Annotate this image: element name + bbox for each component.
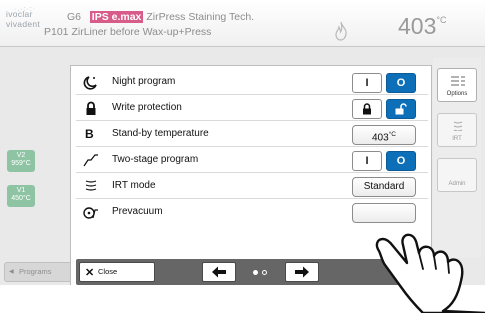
option-row-two-stage-program: Two-stage program I O xyxy=(76,148,428,173)
option-label: IRT mode xyxy=(112,180,156,191)
night-program-off-button[interactable]: O xyxy=(386,73,416,93)
page-indicator-active xyxy=(253,270,258,275)
previous-page-button[interactable] xyxy=(202,262,236,282)
flame-icon xyxy=(335,21,347,41)
irt-tab[interactable]: IRT xyxy=(437,113,477,147)
standby-temperature-button[interactable]: 403°C xyxy=(352,125,416,145)
program-title: ZirPress Staining Tech. xyxy=(146,11,255,23)
prevacuum-icon xyxy=(83,207,98,219)
ivoclar-logo: ·.·:·:· ivoclar vivadent xyxy=(6,6,41,29)
locked-icon xyxy=(363,103,371,115)
option-label: Write protection xyxy=(112,102,182,113)
temperature-unit: °C xyxy=(436,15,447,25)
header-bar: ·.·:·:· ivoclar vivadent G6 IPS e.max Zi… xyxy=(0,0,485,47)
option-row-write-protection: Write protection xyxy=(76,96,428,121)
options-list-icon xyxy=(451,76,465,86)
night-program-icon xyxy=(83,76,97,90)
option-label: Night program xyxy=(112,76,176,87)
night-program-on-button[interactable]: I xyxy=(352,73,382,93)
close-icon: ✕ xyxy=(85,267,95,279)
program-subtitle: ZirLiner before Wax-up+Press xyxy=(71,26,212,38)
arrow-right-icon xyxy=(295,266,309,278)
two-stage-curve-icon xyxy=(83,154,98,167)
options-tab[interactable]: Options xyxy=(437,68,477,102)
v2-indicator: V2 959°C xyxy=(7,150,35,172)
close-button[interactable]: ✕ Close xyxy=(79,262,155,282)
standby-b-icon: B xyxy=(85,127,94,141)
program-subtitle-line: P101 ZirLiner before Wax-up+Press xyxy=(44,26,211,38)
next-page-button[interactable] xyxy=(285,262,319,282)
pointing-hand-icon xyxy=(375,233,485,313)
arrow-left-icon xyxy=(212,266,226,278)
irt-icon xyxy=(453,121,463,131)
close-label: Close xyxy=(98,267,118,276)
page-indicator-inactive xyxy=(262,270,267,275)
two-stage-off-button[interactable]: O xyxy=(386,151,416,171)
programs-button[interactable]: Programs xyxy=(4,262,72,282)
program-title-line: G6 IPS e.max ZirPress Staining Tech. xyxy=(67,11,254,23)
option-label: Stand-by temperature xyxy=(112,128,209,139)
option-label: Two-stage program xyxy=(112,154,199,165)
two-stage-on-button[interactable]: I xyxy=(352,151,382,171)
option-label: Prevacuum xyxy=(112,206,163,217)
furnace-label: G6 xyxy=(67,11,82,23)
irt-mode-button[interactable]: Standard xyxy=(352,177,416,197)
temperature-value: 403 xyxy=(398,13,437,39)
lock-button[interactable] xyxy=(352,99,382,119)
unlocked-icon xyxy=(395,103,407,115)
lock-icon xyxy=(86,101,96,115)
program-number: P101 xyxy=(44,26,69,38)
option-row-night-program: Night program I O xyxy=(76,70,428,95)
v1-indicator: V1 450°C xyxy=(7,185,35,207)
logo-line-2: vivadent xyxy=(6,19,41,29)
irt-mode-icon xyxy=(85,180,97,191)
admin-tab[interactable]: Admin xyxy=(437,158,477,192)
option-row-irt-mode: IRT mode Standard xyxy=(76,174,428,199)
option-row-standby-temperature: B Stand-by temperature 403°C xyxy=(76,122,428,147)
unlock-button[interactable] xyxy=(386,99,416,119)
brand-badge: IPS e.max xyxy=(89,11,144,23)
furnace-temperature: 403°C xyxy=(398,13,446,40)
